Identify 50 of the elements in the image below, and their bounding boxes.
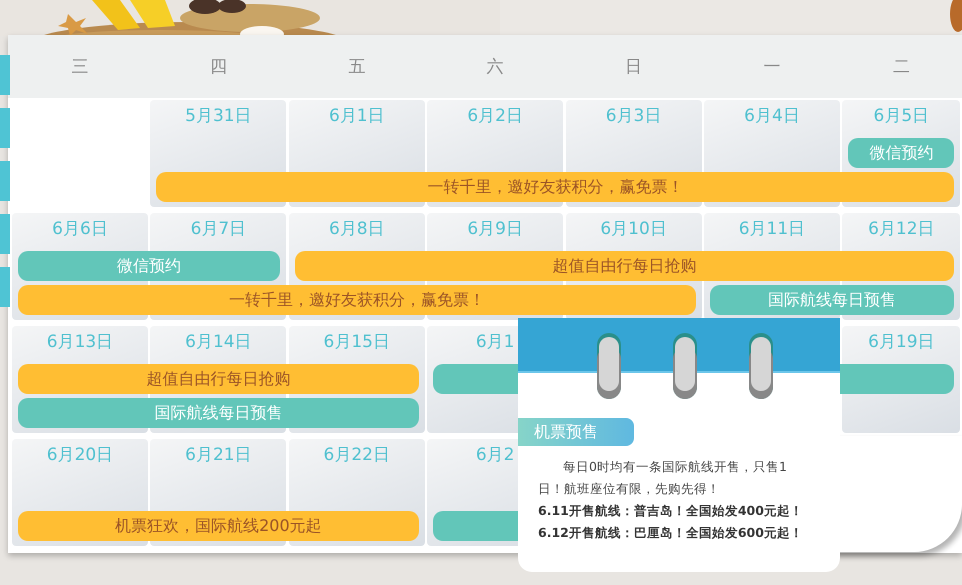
campaign-bar[interactable]: 一转千里，邀好友获积分，赢免票！ (18, 285, 696, 315)
date-label: 6月22日 (324, 444, 390, 466)
side-tab[interactable] (0, 108, 10, 148)
presale-bar[interactable]: 国际航线每日预售 (18, 398, 419, 428)
date-label: 6月9日 (467, 218, 523, 240)
date-label: 6月2日 (467, 105, 523, 127)
date-label: 6月15日 (324, 331, 390, 353)
side-tab[interactable] (0, 161, 10, 201)
date-label: 5月31日 (185, 105, 252, 127)
weekday-label: 五 (347, 56, 366, 78)
ring-icon (596, 333, 622, 399)
campaign-bar[interactable]: 机票狂欢，国际航线200元起 (18, 511, 419, 541)
date-label: 6月1 (476, 331, 514, 353)
side-tab[interactable] (0, 55, 10, 95)
side-tab[interactable] (0, 267, 10, 307)
campaign-bar[interactable]: 超值自由行每日抢购 (18, 364, 419, 394)
route-line: 6.11开售航线：普吉岛！全国始发400元起！ (538, 502, 804, 520)
date-label: 6月19日 (868, 331, 935, 353)
date-label: 6月13日 (46, 331, 114, 353)
date-label: 6月7日 (190, 218, 246, 240)
presale-bar[interactable]: 国际航线每日预售 (710, 285, 954, 315)
campaign-bar[interactable]: 一转千里，邀好友获积分，赢免票！ (156, 172, 954, 202)
ring-icon (672, 333, 698, 399)
weekday-label: 三 (70, 56, 90, 78)
date-label: 6月14日 (185, 331, 252, 353)
date-label: 6月20日 (46, 444, 114, 466)
route-line: 6.12开售航线：巴厘岛！全国始发600元起！ (538, 524, 804, 542)
presale-bar[interactable]: 微信预约 (848, 138, 954, 168)
weekday-label: 一 (762, 56, 782, 78)
date-label: 6月21日 (185, 444, 252, 466)
date-label: 6月2 (476, 444, 514, 466)
date-label: 6月4日 (744, 105, 800, 127)
date-label: 6月3日 (606, 105, 662, 127)
date-label: 6月12日 (868, 218, 935, 240)
popup-text: 每日0时均有一条国际航线开售，只售1日！航班座位有限，先购先得！ (538, 458, 788, 498)
date-label: 6月1日 (328, 105, 385, 127)
weekday-label: 日 (624, 56, 644, 78)
date-label: 6月10日 (600, 218, 667, 240)
presale-bar[interactable]: 微信预约 (18, 251, 280, 281)
presale-tag: 机票预售 (518, 418, 634, 446)
date-label: 6月6日 (52, 218, 108, 240)
weekday-label: 六 (486, 56, 505, 78)
weekday-label: 四 (208, 56, 228, 78)
campaign-bar[interactable]: 超值自由行每日抢购 (294, 251, 954, 281)
side-tab[interactable] (0, 214, 10, 254)
date-label: 6月5日 (874, 105, 930, 127)
date-label: 6月11日 (738, 218, 806, 240)
weekday-label: 二 (892, 56, 911, 78)
date-label: 6月8日 (328, 218, 385, 240)
ring-icon (748, 333, 774, 399)
